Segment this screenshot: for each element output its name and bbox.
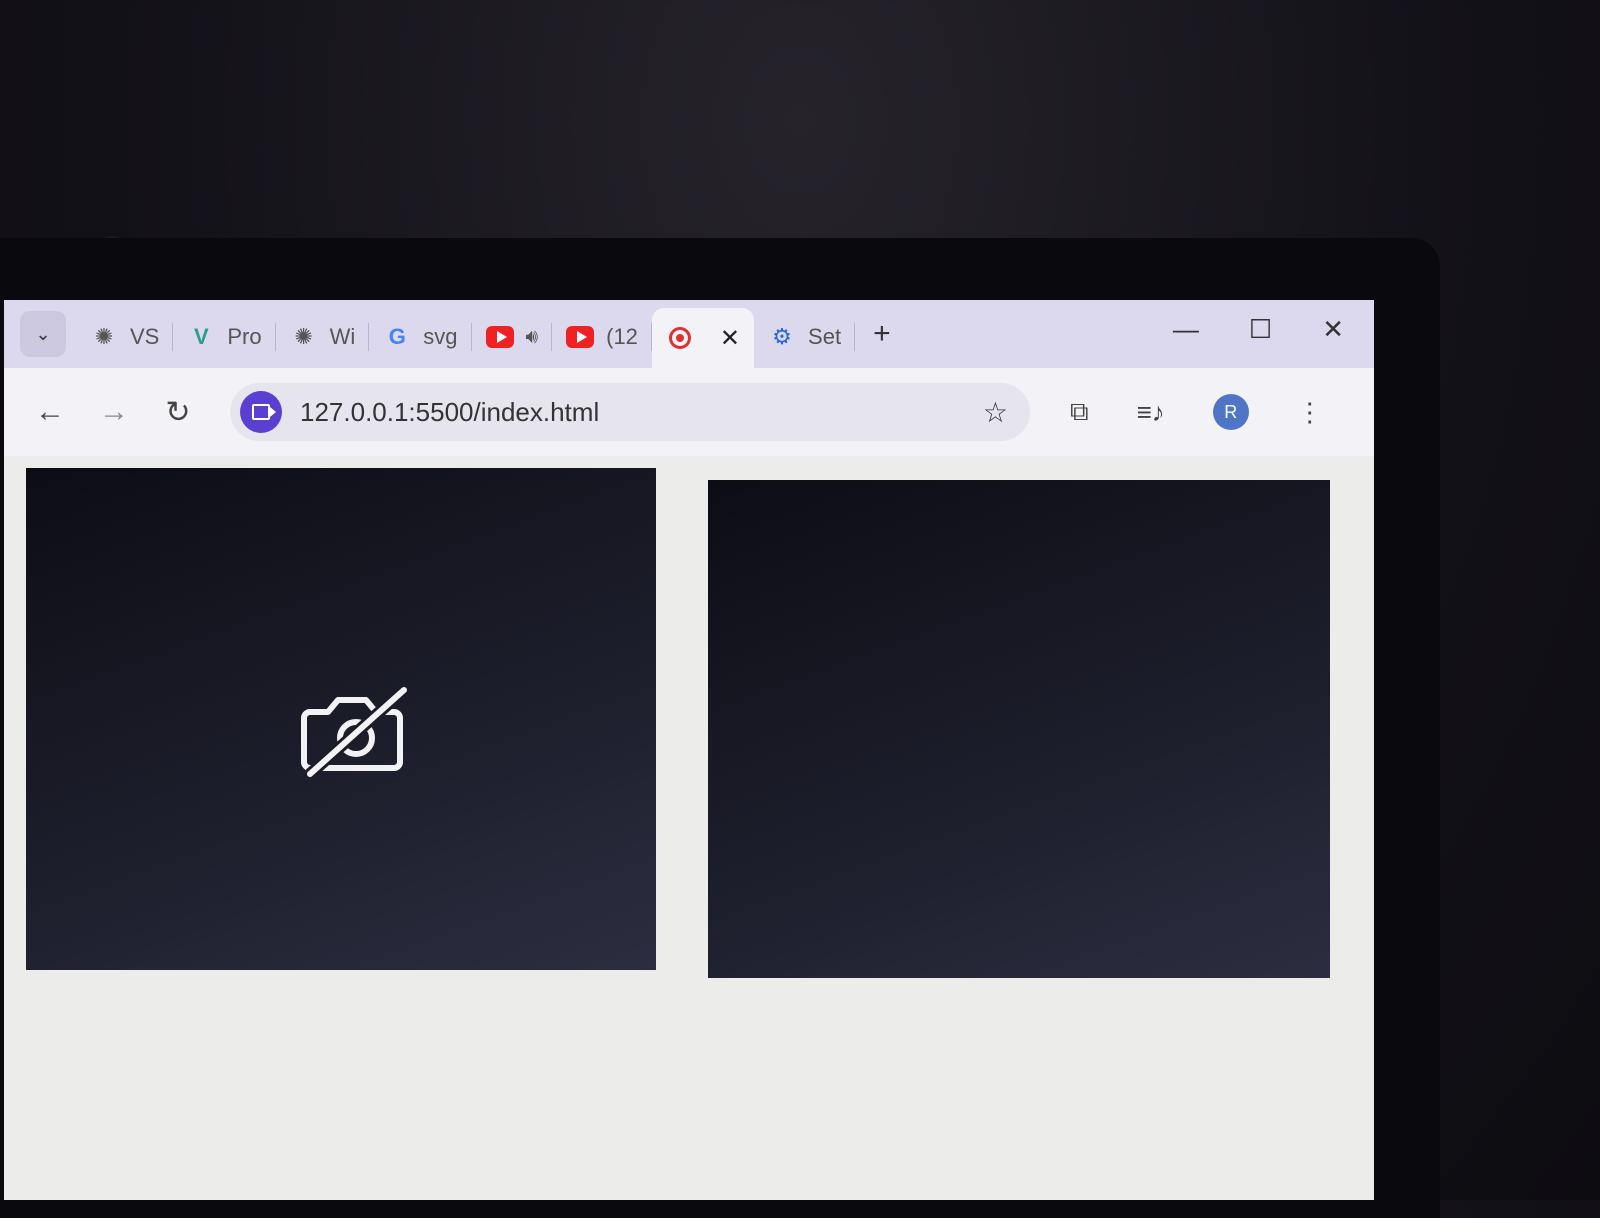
browser-window: ⌄ ✺ VS V Pro ✺ Wi G svg 🔊︎ (12 ✕ ⚙ Set +… bbox=[4, 300, 1374, 1200]
youtube-icon bbox=[566, 323, 595, 351]
page-content bbox=[4, 456, 1374, 1200]
window-controls: — ☐ ✕ bbox=[1173, 314, 1344, 345]
browser-toolbar: ← → ↻ 127.0.0.1:5500/index.html ☆ ⧉ ≡♪ R… bbox=[4, 368, 1374, 456]
toolbar-actions: ⧉ ≡♪ R ⋮ bbox=[1070, 394, 1323, 430]
minimize-button[interactable]: — bbox=[1173, 314, 1199, 345]
bookmark-star-icon[interactable]: ☆ bbox=[983, 396, 1008, 429]
tab-label: Pro bbox=[227, 324, 262, 349]
tab-youtube-audio[interactable]: 🔊︎ bbox=[472, 309, 553, 365]
extensions-puzzle-icon[interactable]: ⧉ bbox=[1070, 396, 1089, 428]
url-text[interactable]: 127.0.0.1:5500/index.html bbox=[300, 397, 599, 428]
reload-icon[interactable]: ↻ bbox=[146, 395, 210, 430]
forward-arrow-icon[interactable]: → bbox=[82, 395, 146, 429]
close-tab-icon[interactable]: ✕ bbox=[720, 324, 740, 353]
tab-label: VS bbox=[130, 324, 160, 349]
camera-off-icon bbox=[301, 685, 408, 779]
tab-label: Wi bbox=[329, 324, 356, 349]
new-tab-button[interactable]: + bbox=[873, 317, 891, 351]
tab-vs[interactable]: ✺ VS bbox=[76, 309, 174, 365]
settings-gear-icon: ⚙ bbox=[772, 324, 792, 349]
site-camera-icon[interactable] bbox=[240, 391, 282, 433]
google-icon: G bbox=[388, 324, 406, 349]
tab-label: Set bbox=[808, 324, 842, 349]
tab-label: svg bbox=[423, 324, 458, 349]
recording-icon bbox=[666, 324, 694, 352]
youtube-icon bbox=[485, 323, 514, 351]
local-video bbox=[26, 468, 656, 970]
chevron-down-icon: ⌄ bbox=[35, 323, 51, 344]
speaker-icon[interactable]: 🔊︎ bbox=[526, 326, 539, 349]
chatgpt-icon: ✺ bbox=[294, 324, 313, 349]
tab-svg[interactable]: G svg bbox=[369, 309, 472, 365]
tab-active-recording[interactable]: ✕ bbox=[651, 308, 755, 368]
tab-pro[interactable]: V Pro bbox=[173, 309, 276, 365]
tab-youtube[interactable]: (12 bbox=[552, 309, 652, 365]
media-controls-icon[interactable]: ≡♪ bbox=[1137, 397, 1165, 428]
tab-search-button[interactable]: ⌄ bbox=[20, 311, 66, 357]
tab-label: (12 bbox=[606, 324, 638, 349]
profile-avatar[interactable]: R bbox=[1212, 394, 1249, 430]
chatgpt-icon: ✺ bbox=[94, 324, 114, 349]
close-window-button[interactable]: ✕ bbox=[1322, 314, 1344, 345]
tab-strip: ⌄ ✺ VS V Pro ✺ Wi G svg 🔊︎ (12 ✕ ⚙ Set +… bbox=[4, 300, 1374, 368]
maximize-button[interactable]: ☐ bbox=[1249, 314, 1272, 345]
back-arrow-icon[interactable]: ← bbox=[18, 395, 82, 429]
tab-settings[interactable]: ⚙ Set bbox=[754, 309, 856, 365]
tab-wi[interactable]: ✺ Wi bbox=[276, 309, 370, 365]
vf-logo-icon: V bbox=[194, 324, 209, 349]
address-bar[interactable]: 127.0.0.1:5500/index.html ☆ bbox=[230, 383, 1030, 441]
more-menu-icon[interactable]: ⋮ bbox=[1297, 397, 1323, 428]
remote-video bbox=[708, 480, 1330, 978]
